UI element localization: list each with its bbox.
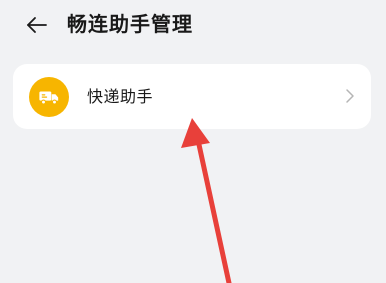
page-title: 畅连助手管理 [67, 12, 193, 36]
delivery-assistant-app-icon [29, 77, 69, 117]
list-item-label: 快递助手 [87, 87, 154, 106]
delivery-truck-icon [39, 91, 59, 105]
arrow-left-icon [27, 17, 47, 33]
back-button[interactable] [20, 8, 54, 42]
header-bar: 畅连助手管理 [0, 0, 386, 48]
chevron-right-icon [346, 89, 354, 103]
list-item-delivery-assistant[interactable]: 快递助手 [13, 64, 371, 129]
